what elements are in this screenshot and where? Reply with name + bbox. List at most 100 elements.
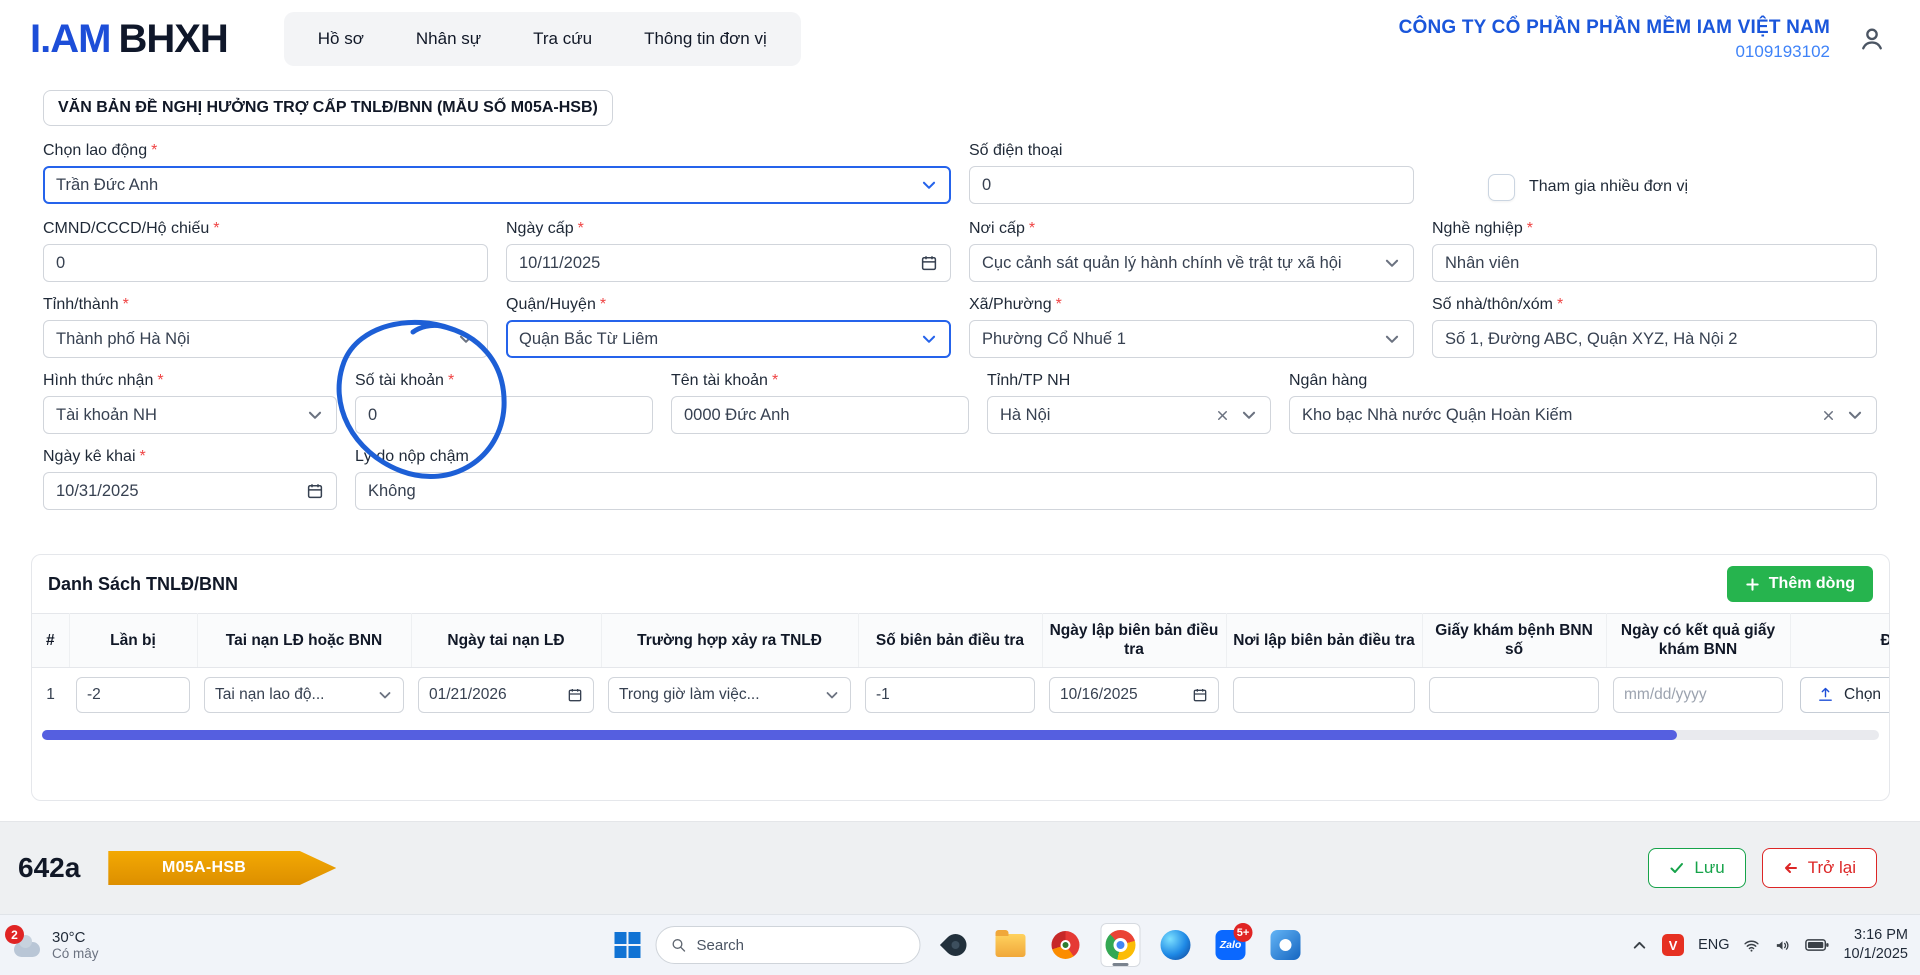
ngan-hang-select[interactable]: Kho bạc Nhà nước Quận Hoàn Kiếm [1289,396,1877,434]
field-xa-phuong: Xã/Phường * Phường Cổ Nhuế 1 [969,296,1414,358]
column-header: Lần bị [69,613,198,668]
weather-icon: 2 [5,925,42,957]
nav-item-ho-so[interactable]: Hồ sơ [294,19,388,59]
taskbar-app-drop[interactable] [936,923,976,967]
truong-hop-select[interactable]: Trong giờ làm việc... [608,676,851,713]
battery-icon[interactable] [1805,938,1829,952]
giay-kham-so-input[interactable] [1429,676,1599,713]
column-header: Đ [1790,613,1889,668]
add-row-button[interactable]: Thêm dòng [1726,566,1873,602]
app-window: I.AM BHXH Hồ sơ Nhân sự Tra cứu Thông ti… [0,0,1920,975]
volume-icon[interactable] [1774,937,1791,954]
form-row-4: Hình thức nhận * Tài khoản NH Số tài khoả… [43,372,1877,434]
weather-temp: 30°C [52,928,86,946]
tnld-list-section: Danh Sách TNLĐ/BNN Thêm dòng # Lần bị Ta… [31,554,1890,801]
xa-phuong-select[interactable]: Phường Cổ Nhuế 1 [969,320,1414,358]
required-mark: * [213,220,220,237]
field-label: Tỉnh/TP NH [987,372,1071,389]
company-tax-code: 0109193102 [1735,41,1830,61]
field-ngay-cap: Ngày cấp * 10/11/2025 [506,220,951,282]
nav-item-thong-tin-don-vi[interactable]: Thông tin đơn vị [620,19,791,59]
noi-cap-select[interactable]: Cục cảnh sát quản lý hành chính về trật … [969,244,1414,282]
cmnd-input[interactable]: 0 [43,244,488,282]
field-ngay-ke-khai: Ngày kê khai * 10/31/2025 [43,448,337,510]
taskbar-edge[interactable] [1156,923,1196,967]
chevron-down-icon [824,687,840,703]
ly-do-nop-cham-input[interactable]: Không [355,472,1877,510]
tai-nan-select[interactable]: Tai nạn lao độ... [204,676,404,713]
upload-file-button[interactable]: Chọn [1800,676,1889,713]
calendar-icon[interactable] [306,482,324,500]
calendar-icon[interactable] [567,687,583,703]
logo-bhxh: BHXH [118,16,228,61]
tray-chevron-up-icon[interactable] [1631,937,1648,954]
form-row-2: CMND/CCCD/Hộ chiếu * 0 Ngày cấp * 10/11/20… [43,220,1877,282]
browser-icon [1051,931,1080,959]
noi-lap-bien-ban-input[interactable] [1233,676,1415,713]
save-button[interactable]: Lưu [1648,848,1746,888]
tinh-thanh-select[interactable]: Thành phố Hà Nội [43,320,488,358]
so-bien-ban-input[interactable]: -1 [865,676,1035,713]
edge-icon [1160,930,1191,960]
field-label: Quận/Huyện [506,296,596,313]
form-row-1: Chọn lao động * Trần Đức Anh Số điện thoạ… [43,142,1877,206]
form-row-3: Tỉnh/thành * Thành phố Hà Nội Quận/Huyện *… [43,296,1877,358]
taskbar-chrome[interactable] [1100,923,1141,967]
company-name: CÔNG TY CỔ PHẦN PHẦN MỀM IAM VIỆT NAM [1398,16,1830,38]
ngay-tai-nan-date-input[interactable]: 01/21/2026 [418,676,594,713]
ultraviewer-icon[interactable]: V [1662,934,1685,956]
taskbar-browser-alt[interactable] [1046,923,1086,967]
windows-start-button[interactable] [614,932,641,958]
ngay-cap-date-input[interactable]: 10/11/2025 [506,244,951,282]
user-account-button[interactable] [1852,19,1892,59]
clock[interactable]: 3:16 PM 10/1/2025 [1843,926,1908,964]
app-logo[interactable]: I.AM BHXH [30,16,229,62]
column-header: Ngày lập biên bản điều tra [1042,613,1227,668]
nghe-nghiep-input[interactable]: Nhân viên [1432,244,1877,282]
hinh-thuc-nhan-select[interactable]: Tài khoản NH [43,396,337,434]
field-ly-do-nop-cham: Lý do nộp chậm Không [355,448,1877,510]
clear-icon[interactable] [1821,408,1836,423]
column-header: Ngày có kết quả giấy khám BNN [1606,613,1791,668]
logo-iam: I.AM [30,16,111,61]
column-header: Giấy khám bệnh BNN số [1422,613,1607,668]
taskbar-file-explorer[interactable] [991,923,1031,967]
so-dien-thoai-input[interactable]: 0 [969,166,1414,204]
tinh-tp-nh-select[interactable]: Hà Nội [987,396,1271,434]
taskbar-photos[interactable] [1266,923,1306,967]
field-label: CMND/CCCD/Hộ chiếu [43,220,210,237]
person-icon [1858,25,1886,53]
quan-huyen-select[interactable]: Quận Bắc Từ Liêm [506,320,951,358]
wifi-icon[interactable] [1743,937,1760,954]
taskbar-search[interactable]: Search [655,926,921,964]
field-label: Hình thức nhận [43,372,154,389]
field-label: Số tài khoản [355,372,444,389]
nav-item-tra-cuu[interactable]: Tra cứu [509,19,616,59]
tham-gia-nhieu-don-vi-checkbox[interactable] [1488,173,1515,201]
field-hinh-thuc-nhan: Hình thức nhận * Tài khoản NH [43,372,337,434]
ngay-lap-bien-ban-date-input[interactable]: 10/16/2025 [1049,676,1219,713]
table-title: Danh Sách TNLĐ/BNN [48,573,239,594]
taskbar-zalo[interactable]: 5+ Zalo [1211,923,1253,967]
back-button[interactable]: Trở lại [1761,848,1877,888]
so-tai-khoan-input[interactable]: 0 [355,396,653,434]
ten-tai-khoan-input[interactable]: 0000 Đức Anh [671,396,969,434]
field-noi-cap: Nơi cấp * Cục cảnh sát quản lý hành chính… [969,220,1414,282]
calendar-icon[interactable] [1192,687,1208,703]
chon-lao-dong-select[interactable]: Trần Đức Anh [43,166,951,204]
weather-widget[interactable]: 2 30°C Có mây [5,915,99,975]
nav-item-nhan-su[interactable]: Nhân sự [392,19,505,59]
lan-bi-input[interactable]: -2 [76,676,190,713]
language-indicator[interactable]: ENG [1698,937,1729,953]
folder-icon [995,929,1026,957]
ngay-ket-qua-date-input[interactable]: mm/dd/yyyy [1613,676,1783,713]
so-nha-input[interactable]: Số 1, Đường ABC, Quận XYZ, Hà Nội 2 [1432,320,1877,358]
required-mark: * [1028,220,1036,237]
clear-icon[interactable] [1215,408,1230,423]
ngay-ke-khai-date-input[interactable]: 10/31/2025 [43,472,337,510]
required-mark: * [599,296,607,313]
horizontal-scrollbar-track[interactable] [42,729,1879,740]
field-label: Nghề nghiệp [1432,220,1523,237]
horizontal-scrollbar-thumb[interactable] [42,729,1677,740]
calendar-icon[interactable] [920,254,938,272]
